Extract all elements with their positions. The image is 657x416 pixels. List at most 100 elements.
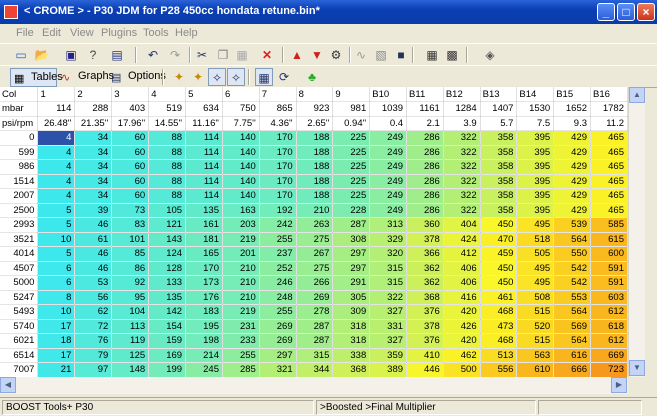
table-cell[interactable]: 465 [590, 203, 628, 218]
table-cell[interactable]: 181 [185, 232, 223, 247]
save-icon[interactable]: ▣ [62, 46, 80, 64]
table-cell[interactable]: 556 [480, 362, 518, 377]
table-cell[interactable]: 429 [553, 188, 592, 204]
table-cell[interactable]: 170 [259, 174, 297, 189]
table-cell[interactable]: 249 [369, 145, 408, 160]
table-cell[interactable]: 76 [74, 333, 113, 349]
table-cell[interactable]: 231 [222, 319, 260, 334]
table-cell[interactable]: 468 [480, 333, 518, 349]
table-cell[interactable]: 462 [443, 348, 481, 363]
table-cell[interactable]: 255 [259, 304, 297, 320]
table-cell[interactable]: 315 [296, 348, 334, 363]
table-cell[interactable]: 426 [443, 319, 481, 334]
table-cell[interactable]: 104 [111, 304, 150, 320]
wand-icon[interactable]: ✦ [170, 68, 188, 86]
table-cell[interactable]: 34 [74, 145, 113, 160]
table-cell[interactable]: 591 [590, 275, 628, 291]
horizontal-scrollbar[interactable]: ◀ ▶ [0, 377, 628, 394]
table-cell[interactable]: 6 [37, 275, 76, 291]
table-cell[interactable]: 322 [443, 159, 481, 175]
table-cell[interactable]: 321 [259, 362, 297, 377]
table-cell[interactable]: 591 [590, 261, 628, 276]
arrow-down-icon[interactable]: ▼ [308, 46, 326, 64]
table-cell[interactable]: 133 [148, 275, 187, 291]
open-folder-icon[interactable]: 📂 [33, 46, 51, 64]
table-cell[interactable]: 318 [332, 333, 371, 349]
table-cell[interactable]: 275 [296, 261, 334, 276]
table-cell[interactable]: 249 [369, 203, 408, 218]
wand-map-icon[interactable]: ✧ [227, 68, 245, 86]
table-cell[interactable]: 269 [296, 290, 334, 305]
table-cell[interactable]: 322 [443, 174, 481, 189]
table-cell[interactable]: 248 [259, 290, 297, 305]
table-cell[interactable]: 495 [516, 275, 555, 291]
table-cell[interactable]: 140 [222, 174, 260, 189]
table-cell[interactable]: 378 [406, 232, 444, 247]
table-cell[interactable]: 313 [369, 217, 408, 233]
table-cell[interactable]: 266 [296, 275, 334, 291]
table-cell[interactable]: 395 [516, 159, 555, 175]
table-cell[interactable]: 429 [553, 145, 592, 160]
table-cell[interactable]: 359 [369, 348, 408, 363]
table-cell[interactable]: 198 [185, 333, 223, 349]
table-cell[interactable]: 95 [111, 290, 150, 305]
table-cell[interactable]: 450 [480, 217, 518, 233]
table-cell[interactable]: 429 [553, 203, 592, 218]
table-cell[interactable]: 362 [406, 275, 444, 291]
table-cell[interactable]: 46 [74, 246, 113, 262]
plugin-icon[interactable]: ♣ [303, 68, 321, 86]
table-cell[interactable]: 154 [148, 319, 187, 334]
table-cell[interactable]: 249 [369, 174, 408, 189]
table-cell[interactable]: 362 [406, 261, 444, 276]
table-cell[interactable]: 358 [480, 188, 518, 204]
table-cell[interactable]: 465 [590, 159, 628, 175]
table-cell[interactable]: 228 [332, 203, 371, 218]
table-cell[interactable]: 159 [148, 333, 187, 349]
table-cell[interactable]: 358 [480, 130, 518, 146]
table-cell[interactable]: 329 [369, 232, 408, 247]
table-cell[interactable]: 603 [590, 290, 628, 305]
table-cell[interactable]: 275 [296, 232, 334, 247]
table-cell[interactable]: 92 [111, 275, 150, 291]
wand-up-icon[interactable]: ✦ [189, 68, 207, 86]
graphs-button[interactable]: ∿ Graphs [58, 68, 114, 87]
table-cell[interactable]: 468 [480, 304, 518, 320]
table-cell[interactable]: 188 [296, 159, 334, 175]
table-cell[interactable]: 165 [185, 246, 223, 262]
table-cell[interactable]: 378 [406, 319, 444, 334]
table-cell[interactable]: 201 [222, 246, 260, 262]
table-cell[interactable]: 358 [480, 159, 518, 175]
table-cell[interactable]: 199 [148, 362, 187, 377]
table-cell[interactable]: 309 [332, 304, 371, 320]
table-cell[interactable]: 73 [111, 203, 150, 218]
table-cell[interactable]: 615 [590, 232, 628, 247]
table-cell[interactable]: 237 [259, 246, 297, 262]
table-cell[interactable]: 515 [516, 304, 555, 320]
table-cell[interactable]: 291 [332, 275, 371, 291]
table-cell[interactable]: 322 [443, 130, 481, 146]
table-cell[interactable]: 616 [553, 348, 592, 363]
table-cell[interactable]: 88 [148, 188, 187, 204]
table-cell[interactable]: 473 [480, 319, 518, 334]
paste-icon[interactable]: ▦ [233, 46, 251, 64]
table-cell[interactable]: 395 [516, 174, 555, 189]
table-cell[interactable]: 327 [369, 304, 408, 320]
table-cell[interactable]: 305 [332, 290, 371, 305]
table-cell[interactable]: 366 [406, 246, 444, 262]
table-cell[interactable]: 358 [480, 174, 518, 189]
table-cell[interactable]: 60 [111, 145, 150, 160]
table-cell[interactable]: 143 [148, 232, 187, 247]
table-cell[interactable]: 210 [296, 203, 334, 218]
table-cell[interactable]: 170 [259, 145, 297, 160]
table-cell[interactable]: 10 [37, 304, 76, 320]
table-cell[interactable]: 72 [74, 319, 113, 334]
table-cell[interactable]: 286 [406, 203, 444, 218]
table-cell[interactable]: 225 [332, 159, 371, 175]
table-cell[interactable]: 60 [111, 188, 150, 204]
table-cell[interactable]: 249 [369, 130, 408, 146]
table-cell[interactable]: 550 [553, 246, 592, 262]
table-cell[interactable]: 395 [516, 130, 555, 146]
table-cell[interactable]: 297 [332, 261, 371, 276]
menu-file[interactable]: File [16, 27, 34, 39]
table-cell[interactable]: 86 [111, 261, 150, 276]
